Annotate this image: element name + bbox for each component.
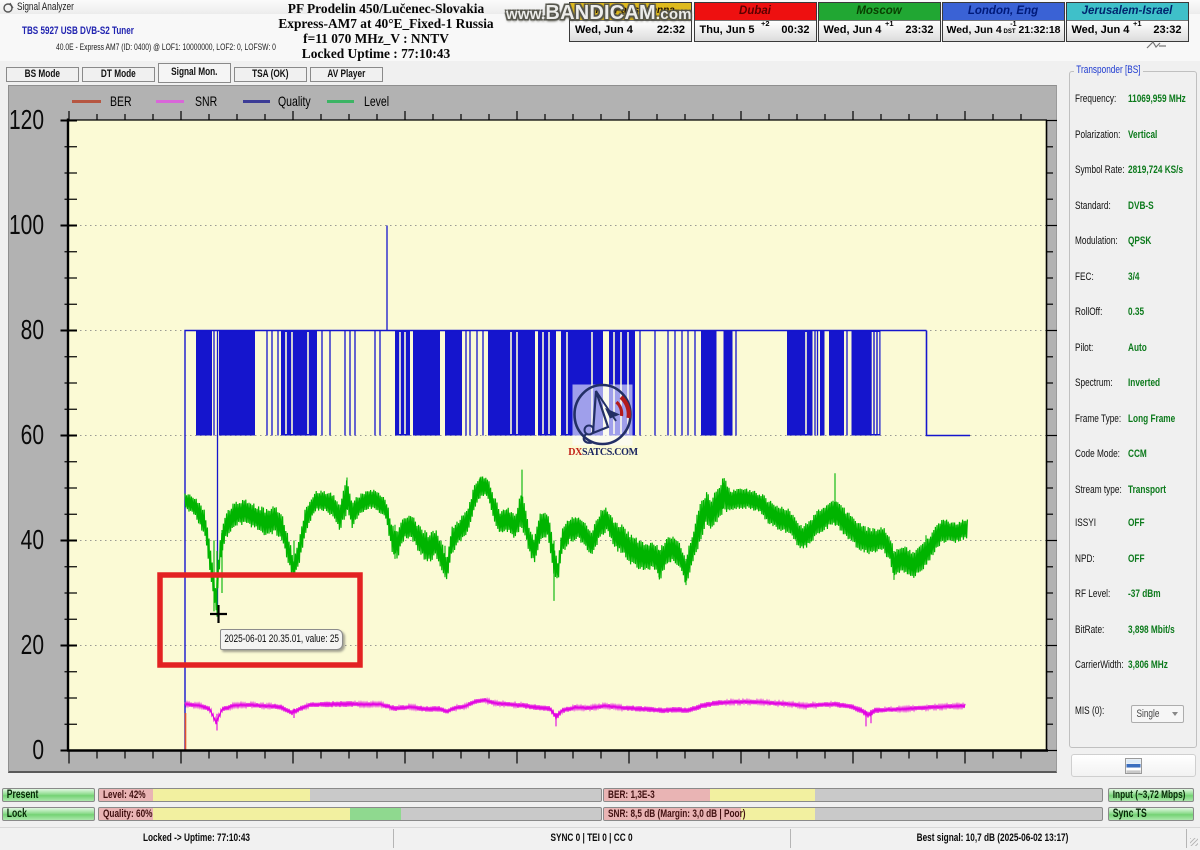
svg-text:100: 100 [9, 210, 44, 241]
svg-text:80: 80 [21, 315, 44, 346]
svg-text:120: 120 [9, 105, 44, 136]
svg-text:0: 0 [32, 735, 44, 766]
svg-text:60: 60 [21, 420, 44, 451]
svg-text:20: 20 [21, 630, 44, 661]
svg-text:40: 40 [21, 525, 44, 556]
